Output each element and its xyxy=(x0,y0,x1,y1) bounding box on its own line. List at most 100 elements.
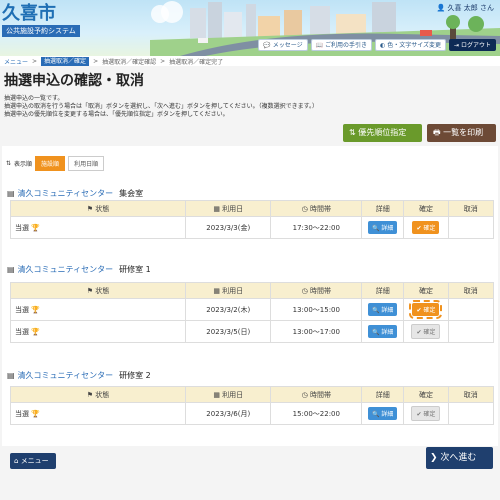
user-icon: 👤 xyxy=(436,4,446,12)
menu-button-label: メニュー xyxy=(20,457,49,465)
confirm-button-label: 確定 xyxy=(423,411,436,418)
trophy-icon: 🏆 xyxy=(31,327,40,336)
trophy-icon: 🏆 xyxy=(31,409,40,418)
column-header-status: ⚑ 状態 xyxy=(9,282,187,299)
confirm-cell: ✔ 確定 xyxy=(403,298,449,321)
color-size-button[interactable]: ◐ 色・文字サイズ変更 xyxy=(375,39,447,51)
table-header-row: ⚑ 状態 ▦ 利用日 ◷ 時間帯 詳細 確定 取消 xyxy=(9,386,495,403)
status-cell: 当選 🏆 xyxy=(9,320,187,343)
sort-order-control: ⇅ 表示順 施設順 利用日順 xyxy=(6,156,105,171)
status-text: 当選 xyxy=(15,409,29,418)
date-cell: 2023/3/5(日) xyxy=(185,320,272,343)
priority-button-label: 優先順位指定 xyxy=(358,128,407,137)
time-cell: 17:30～22:00 xyxy=(270,216,363,239)
cancel-cell[interactable] xyxy=(447,402,495,425)
column-header-confirm: 確定 xyxy=(403,200,449,217)
header-label: 利用日 xyxy=(222,390,244,399)
breadcrumb-current: 抽選取消／確定 xyxy=(41,56,90,66)
confirm-button[interactable]: ✔ 確定 xyxy=(411,406,441,421)
header-label: 利用日 xyxy=(222,204,244,213)
facility-link[interactable]: 清久コミュニティセンター xyxy=(18,264,114,275)
confirm-button[interactable]: ✔ 確定 xyxy=(412,221,440,234)
date-cell: 2023/3/6(月) xyxy=(185,402,272,425)
facility-link[interactable]: 清久コミュニティセンター xyxy=(18,188,114,199)
reservation-table: ⚑ 状態 ▦ 利用日 ◷ 時間帯 詳細 確定 取消 当選 🏆 2023/3/3(… xyxy=(9,200,495,239)
breadcrumb-separator: > xyxy=(32,57,38,65)
palette-icon: ◐ xyxy=(380,42,386,49)
description-line: 抽選申込の一覧です。 xyxy=(4,95,64,102)
logo-system-name: 公共施設予約システム xyxy=(2,25,80,37)
next-step-button[interactable]: ❯ 次へ進む xyxy=(426,447,493,469)
print-button-label: 一覧を印刷 xyxy=(443,128,484,137)
confirm-button-label: 確定 xyxy=(423,225,436,232)
header-label: 状態 xyxy=(95,390,110,399)
room-name: 研修室 1 xyxy=(119,265,151,274)
column-header-confirm: 確定 xyxy=(403,386,449,403)
user-name-text: 久喜 太郎 さん xyxy=(447,4,494,12)
column-header-cancel: 取消 xyxy=(447,200,495,217)
table-header-row: ⚑ 状態 ▦ 利用日 ◷ 時間帯 詳細 確定 取消 xyxy=(9,200,495,217)
building-icon: ▤ xyxy=(7,371,15,380)
column-header-detail: 詳細 xyxy=(361,200,405,217)
trophy-icon: 🏆 xyxy=(31,305,40,314)
detail-button-label: 詳細 xyxy=(381,329,394,336)
table-row: 当選 🏆 2023/3/2(木) 13:00～15:00 🔍 詳細 ✔ 確定 xyxy=(9,298,495,321)
cancel-cell[interactable] xyxy=(447,320,495,343)
detail-button[interactable]: 🔍 詳細 xyxy=(368,303,398,316)
facility-heading: ▤ 清久コミュニティセンター 研修室 1 xyxy=(7,264,151,275)
book-icon: 📖 xyxy=(315,42,324,49)
page-title: 抽選申込の確認・取消 xyxy=(4,73,144,89)
column-header-detail: 詳細 xyxy=(361,282,405,299)
sort-by-date-button[interactable]: 利用日順 xyxy=(68,156,105,171)
detail-button[interactable]: 🔍 詳細 xyxy=(368,325,398,338)
time-cell: 13:00～15:00 xyxy=(270,298,363,321)
date-cell: 2023/3/2(木) xyxy=(185,298,272,321)
header-button-group: 💬 メッセージ 📖 ご利用の手引き ◐ 色・文字サイズ変更 ⇥ ログアウト xyxy=(258,39,496,51)
print-list-button[interactable]: 🖶 一覧を印刷 xyxy=(427,124,496,142)
cancel-cell[interactable] xyxy=(447,216,495,239)
guide-button[interactable]: 📖 ご利用の手引き xyxy=(310,39,373,51)
column-header-cancel: 取消 xyxy=(447,386,495,403)
column-header-status: ⚑ 状態 xyxy=(9,200,187,217)
column-header-date: ▦ 利用日 xyxy=(185,386,272,403)
room-name: 研修室 2 xyxy=(119,371,151,380)
logout-button-label: ログアウト xyxy=(460,42,491,49)
detail-button[interactable]: 🔍 詳細 xyxy=(368,407,398,420)
user-name-label: 👤 久喜 太郎 さん xyxy=(437,3,494,13)
logout-button[interactable]: ⇥ ログアウト xyxy=(449,39,496,51)
cancel-cell[interactable] xyxy=(447,298,495,321)
breadcrumb-step-complete: 抽選取消／確定完了 xyxy=(169,58,224,66)
detail-cell: 🔍 詳細 xyxy=(361,216,405,239)
confirm-button[interactable]: ✔ 確定 xyxy=(411,324,441,339)
column-header-time: ◷ 時間帯 xyxy=(270,200,363,217)
detail-cell: 🔍 詳細 xyxy=(361,320,405,343)
sort-priority-icon: ⇅ xyxy=(349,128,356,137)
site-logo[interactable]: 久喜市 公共施設予約システム xyxy=(2,4,80,37)
back-to-menu-button[interactable]: ⌂ メニュー xyxy=(10,453,56,469)
time-cell: 15:00～22:00 xyxy=(270,402,363,425)
message-button[interactable]: 💬 メッセージ xyxy=(258,39,308,51)
column-header-time: ◷ 時間帯 xyxy=(270,386,363,403)
facility-link[interactable]: 清久コミュニティセンター xyxy=(18,370,114,381)
guide-button-label: ご利用の手引き xyxy=(325,42,368,49)
status-cell: 当選 🏆 xyxy=(9,298,187,321)
printer-icon: 🖶 xyxy=(433,128,441,137)
header-label: 時間帯 xyxy=(309,286,331,295)
column-header-date: ▦ 利用日 xyxy=(185,200,272,217)
reservation-table: ⚑ 状態 ▦ 利用日 ◷ 時間帯 詳細 確定 取消 当選 🏆 2023/3/2(… xyxy=(9,282,495,343)
column-header-date: ▦ 利用日 xyxy=(185,282,272,299)
confirm-button[interactable]: ✔ 確定 xyxy=(409,300,443,319)
breadcrumb-menu[interactable]: メニュー xyxy=(4,57,28,66)
confirm-button-label: 確定 xyxy=(423,307,436,314)
sort-by-facility-button[interactable]: 施設順 xyxy=(35,156,66,171)
detail-cell: 🔍 詳細 xyxy=(361,298,405,321)
color-size-button-label: 色・文字サイズ変更 xyxy=(387,42,442,49)
next-button-label: 次へ進む xyxy=(440,453,477,463)
facility-heading: ▤ 清久コミュニティセンター 研修室 2 xyxy=(7,370,151,381)
building-icon: ▤ xyxy=(7,189,15,198)
priority-button[interactable]: ⇅ 優先順位指定 xyxy=(343,124,422,142)
chevron-right-icon: ❯ xyxy=(430,453,438,463)
status-cell: 当選 🏆 xyxy=(9,402,187,425)
description-line: 抽選申込の優先順位を変更する場合は、「優先順位指定」ボタンを押してください。 xyxy=(4,111,229,118)
detail-button[interactable]: 🔍 詳細 xyxy=(368,221,398,234)
